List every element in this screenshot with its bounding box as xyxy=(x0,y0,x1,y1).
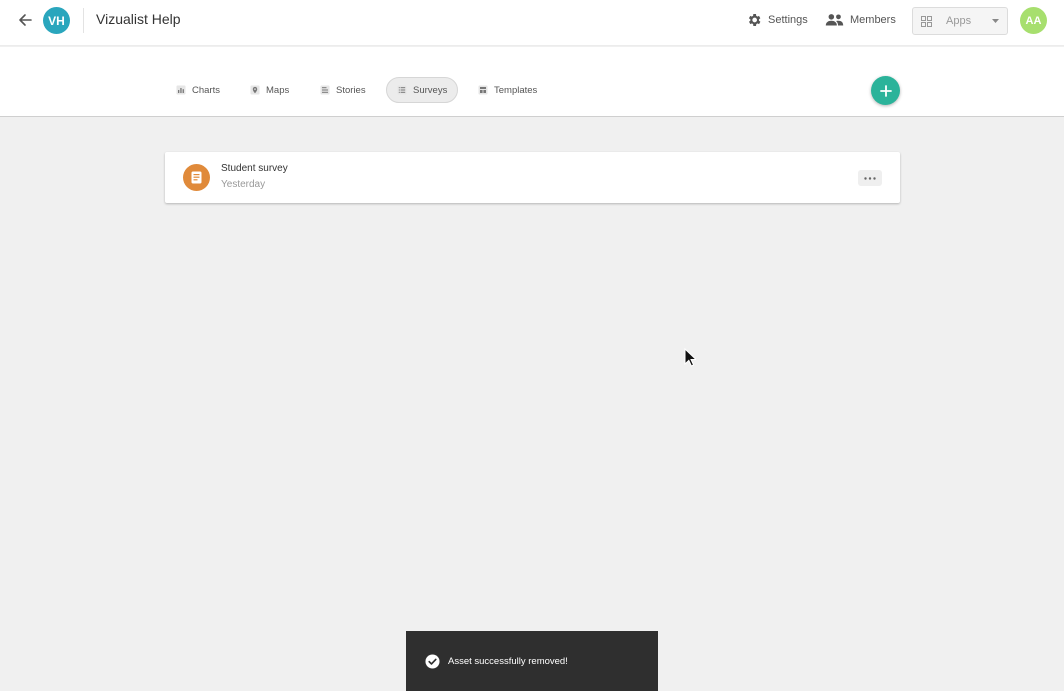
add-asset-button[interactable] xyxy=(871,76,900,105)
arrow-left-icon xyxy=(19,14,32,26)
tab-maps-label: Maps xyxy=(266,84,290,96)
asset-date: Yesterday xyxy=(221,179,266,190)
document-lines-icon xyxy=(320,85,330,95)
toast-notification: Asset successfully removed! xyxy=(406,631,658,691)
bar-chart-icon xyxy=(176,85,186,95)
plus-icon xyxy=(879,84,892,97)
asset-name: Student survey xyxy=(221,163,288,174)
tab-templates[interactable]: Templates xyxy=(468,77,547,103)
top-bar: VH Vizualist Help Settings Members Apps … xyxy=(0,0,1064,46)
map-pin-icon xyxy=(250,85,260,95)
asset-type-tabs: Charts Maps Stories Surveys Templates xyxy=(0,47,1064,117)
gear-icon xyxy=(748,14,761,26)
more-options-button[interactable] xyxy=(858,170,882,186)
header-divider xyxy=(83,8,84,33)
tab-stories-label: Stories xyxy=(336,84,366,96)
more-dots-icon xyxy=(864,176,876,180)
tab-charts-label: Charts xyxy=(192,84,220,96)
people-icon xyxy=(825,14,844,26)
settings-label: Settings xyxy=(768,14,808,26)
grid-icon xyxy=(921,15,932,27)
apps-label: Apps xyxy=(946,15,972,27)
survey-doc-icon xyxy=(183,164,210,191)
toast-message: Asset successfully removed! xyxy=(448,655,568,667)
apps-dropdown[interactable]: Apps xyxy=(912,7,1008,35)
template-icon xyxy=(478,85,488,95)
tab-surveys-label: Surveys xyxy=(413,84,448,96)
tab-charts[interactable]: Charts xyxy=(166,77,230,103)
back-button[interactable] xyxy=(14,9,36,31)
list-icon xyxy=(397,85,407,95)
tab-templates-label: Templates xyxy=(494,84,538,96)
list-item[interactable]: Student survey Yesterday xyxy=(165,152,900,203)
user-avatar[interactable]: AA xyxy=(1020,7,1047,34)
members-button[interactable]: Members xyxy=(825,10,896,30)
tab-surveys[interactable]: Surveys xyxy=(386,77,459,103)
tab-maps[interactable]: Maps xyxy=(240,77,299,103)
settings-button[interactable]: Settings xyxy=(746,10,808,30)
workspace-title: Vizualist Help xyxy=(96,11,181,27)
check-circle-icon xyxy=(425,653,440,669)
mouse-cursor-icon xyxy=(684,348,696,367)
workspace-avatar[interactable]: VH xyxy=(43,7,70,34)
caret-down-icon xyxy=(992,19,999,23)
members-label: Members xyxy=(850,14,896,26)
tab-stories[interactable]: Stories xyxy=(310,77,376,103)
